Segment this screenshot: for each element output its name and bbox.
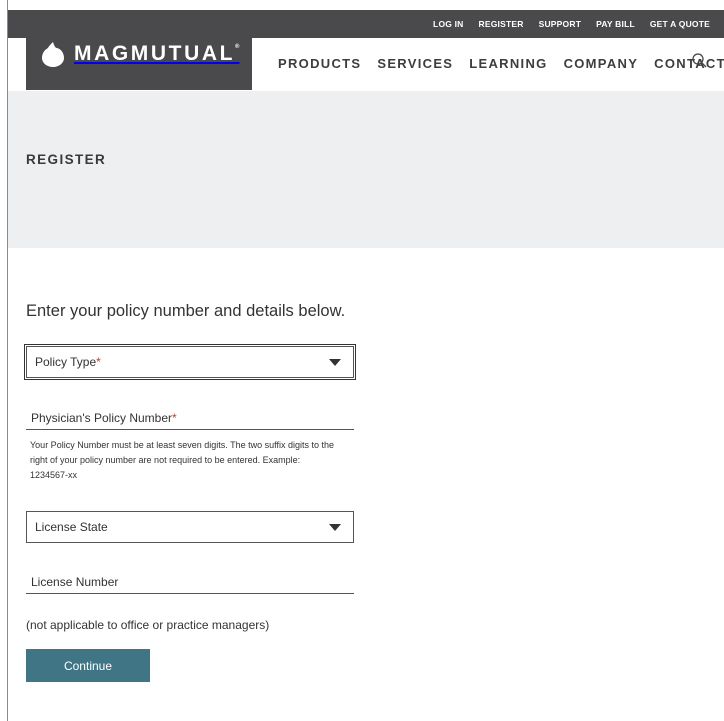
chevron-down-icon	[329, 359, 341, 366]
nav-services[interactable]: SERVICES	[377, 56, 453, 71]
nav-company[interactable]: COMPANY	[564, 56, 639, 71]
policy-number-label: Physician's Policy Number*	[31, 411, 177, 425]
search-button[interactable]	[690, 52, 710, 72]
page-hero: REGISTER	[8, 91, 724, 248]
search-icon	[692, 53, 707, 68]
main-nav: PRODUCTS SERVICES LEARNING COMPANY CONTA…	[278, 56, 724, 71]
form-intro: Enter your policy number and details bel…	[26, 302, 346, 320]
utility-link-pay-bill[interactable]: PAY BILL	[596, 19, 635, 29]
policy-number-field[interactable]: Physician's Policy Number*	[26, 406, 354, 430]
license-note: (not applicable to office or practice ma…	[26, 618, 270, 632]
chevron-down-icon	[329, 524, 341, 531]
utility-link-support[interactable]: SUPPORT	[539, 19, 582, 29]
license-number-label: License Number	[31, 575, 119, 589]
logo-mark-icon	[42, 42, 64, 67]
policy-number-help: Your Policy Number must be at least seve…	[30, 440, 334, 480]
license-number-field[interactable]: License Number	[26, 570, 354, 594]
nav-learning[interactable]: LEARNING	[469, 56, 547, 71]
utility-link-get-a-quote[interactable]: GET A QUOTE	[650, 19, 710, 29]
policy-type-select[interactable]: Policy Type*	[24, 344, 356, 380]
license-state-label: License State	[35, 520, 108, 534]
utility-link-login[interactable]: LOG IN	[433, 19, 463, 29]
continue-button[interactable]: Continue	[26, 649, 150, 682]
brand-name: MAGMUTUAL®	[74, 42, 240, 65]
utility-link-register[interactable]: REGISTER	[479, 19, 524, 29]
nav-products[interactable]: PRODUCTS	[278, 56, 361, 71]
policy-type-label: Policy Type*	[35, 355, 101, 369]
brand-logo[interactable]: MAGMUTUAL®	[26, 10, 252, 90]
page-title: REGISTER	[26, 152, 107, 167]
utility-nav: LOG IN REGISTER SUPPORT PAY BILL GET A Q…	[418, 10, 710, 38]
license-state-select[interactable]: License State	[26, 511, 354, 543]
